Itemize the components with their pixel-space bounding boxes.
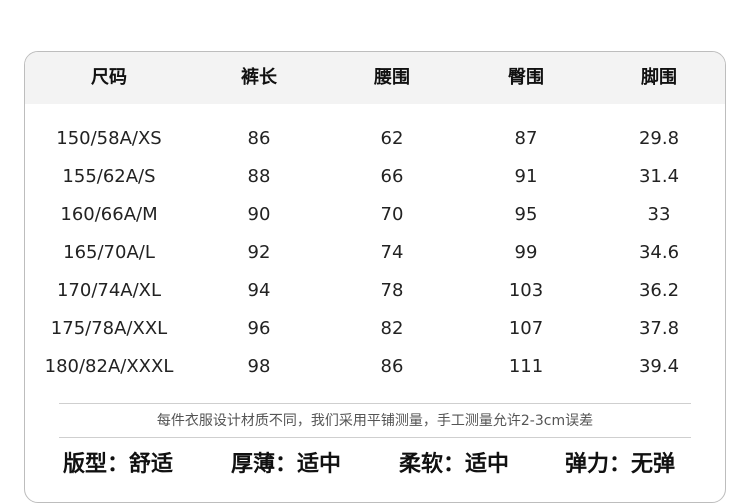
size-cell: 170/74A/XL [56,280,162,301]
attribute-softness: 柔软：适中 [399,448,509,482]
table-row: 150/58A/XS 86 62 87 29.8 [25,120,725,158]
header-hip: 臀围 [508,67,544,88]
size-cell: 150/58A/XS [56,128,162,149]
attribute-value: 无弹 [631,452,676,477]
attribute-fit: 版型：舒适 [63,448,173,482]
attribute-value: 适中 [297,452,342,477]
ankle-cell: 34.6 [638,242,680,263]
header-ankle: 脚围 [641,67,677,88]
table-row: 155/62A/S 88 66 91 31.4 [25,158,725,196]
ankle-cell: 31.4 [638,166,680,187]
size-cell: 155/62A/S [62,166,156,187]
size-cell: 180/82A/XXXL [44,356,174,377]
table-row: 160/66A/M 90 70 95 33 [25,196,725,234]
attribute-thickness: 厚薄：适中 [231,448,341,482]
size-cell: 165/70A/L [63,242,155,263]
table-row: 170/74A/XL 94 78 103 36.2 [25,272,725,310]
attribute-value: 适中 [465,452,510,477]
ankle-cell: 39.4 [638,356,680,377]
measurement-note: 每件衣服设计材质不同，我们采用平铺测量，手工测量允许2-3cm误差 [156,413,594,429]
attribute-elasticity: 弹力：无弹 [565,448,675,482]
table-row: 180/82A/XXXL 98 86 111 39.4 [25,348,725,386]
attribute-label: 厚薄： [231,452,298,477]
attribute-value: 舒适 [129,452,174,477]
header-size: 尺码 [91,67,127,88]
size-cell: 175/78A/XXL [50,318,168,339]
attribute-label: 柔软： [399,452,466,477]
size-cell: 160/66A/M [60,204,158,225]
ankle-cell: 36.2 [638,280,680,301]
attribute-label: 版型： [63,452,130,477]
size-chart-card: 尺码 裤长 腰围 臀围 脚围 150/58A/XS 86 62 87 29.8 … [24,51,726,503]
ankle-cell: 29.8 [638,128,680,149]
table-row: 165/70A/L 92 74 99 34.6 [25,234,725,272]
divider [59,437,691,438]
table-row: 175/78A/XXL 96 82 107 37.8 [25,310,725,348]
table-header: 尺码 裤长 腰围 臀围 脚围 [25,52,725,104]
divider [59,403,691,404]
ankle-cell: 37.8 [638,318,680,339]
header-pants-length: 裤长 [241,67,277,88]
header-waist: 腰围 [374,67,410,88]
attribute-label: 弹力： [565,452,632,477]
ankle-cell: 33 [647,204,671,225]
